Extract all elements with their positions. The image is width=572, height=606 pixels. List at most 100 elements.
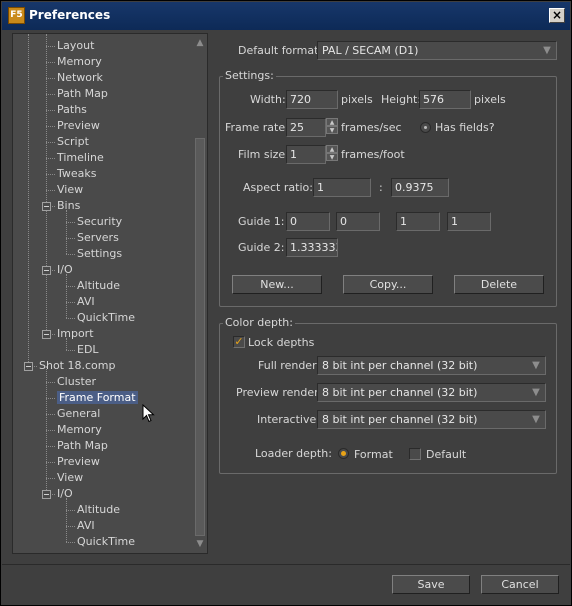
tree-item[interactable]: Layout xyxy=(57,38,94,53)
aspect-y-input[interactable]: 0.9375 xyxy=(391,178,449,197)
spin-down-icon[interactable]: ▼ xyxy=(326,153,338,161)
tree-item[interactable]: Path Map xyxy=(57,86,108,101)
tree-item[interactable]: I/O xyxy=(57,486,73,501)
tree-item[interactable]: Frame Format xyxy=(57,390,138,405)
collapse-minus-icon[interactable] xyxy=(42,202,51,211)
tree-item[interactable]: AVI xyxy=(77,518,95,533)
spin-up-icon[interactable]: ▲ xyxy=(326,118,338,126)
tree-guide-line xyxy=(66,302,75,303)
tree-guide-line xyxy=(46,174,55,175)
tree-item[interactable]: Timeline xyxy=(57,150,104,165)
aspect-ratio-label: Aspect ratio: xyxy=(243,181,313,194)
lock-depths-checkbox[interactable]: ✓ xyxy=(233,336,245,348)
chevron-down-icon: ▼ xyxy=(532,414,540,425)
new-button[interactable]: New... xyxy=(232,275,322,294)
tree-guide-line xyxy=(46,190,55,191)
default-format-dropdown[interactable]: PAL / SECAM (D1) ▼ xyxy=(317,41,557,60)
width-unit: pixels xyxy=(341,93,373,106)
tree-item-label: Preview xyxy=(57,455,100,468)
frame-rate-input[interactable]: 25 xyxy=(286,118,326,137)
tree-item[interactable]: Preview xyxy=(57,118,100,133)
tree-guide-line xyxy=(46,46,55,47)
aspect-x-input[interactable]: 1 xyxy=(313,178,371,197)
frame-rate-unit: frames/sec xyxy=(341,121,402,134)
tree-guide-line xyxy=(46,462,55,463)
loader-format-radio[interactable] xyxy=(338,448,349,459)
film-size-spinner[interactable]: ▲ ▼ xyxy=(326,145,338,162)
close-button[interactable]: × xyxy=(549,8,565,23)
tree-item[interactable]: I/O xyxy=(57,262,73,277)
tree-item-label: Shot 18.comp xyxy=(39,359,116,372)
guide1-input-4[interactable]: 1 xyxy=(447,212,491,231)
tree-item[interactable]: QuickTime xyxy=(77,534,135,549)
width-input[interactable]: 720 xyxy=(286,90,338,109)
collapse-minus-icon[interactable] xyxy=(42,490,51,499)
film-size-input[interactable]: 1 xyxy=(286,145,326,164)
tree-item[interactable]: QuickTime xyxy=(77,310,135,325)
tree-item[interactable]: Cluster xyxy=(57,374,96,389)
preferences-tree: Layout Memory Network Path Map Paths Preview S… xyxy=(12,33,208,554)
cancel-button[interactable]: Cancel xyxy=(481,575,559,594)
tree-item[interactable]: AVI xyxy=(77,294,95,309)
delete-button[interactable]: Delete xyxy=(454,275,544,294)
has-fields-radio[interactable] xyxy=(420,122,431,133)
mouse-cursor-icon xyxy=(142,403,156,427)
tree-item[interactable]: Preview xyxy=(57,454,100,469)
copy-button[interactable]: Copy... xyxy=(343,275,433,294)
collapse-minus-icon[interactable] xyxy=(42,266,51,275)
tree-item[interactable]: General xyxy=(57,406,100,421)
collapse-minus-icon[interactable] xyxy=(24,362,33,371)
tree-guide-line xyxy=(46,398,55,399)
tree-item[interactable]: Paths xyxy=(57,102,87,117)
tree-item[interactable]: View xyxy=(57,182,83,197)
tree-item[interactable]: Network xyxy=(57,70,103,85)
tree-item-label: View xyxy=(57,183,84,196)
tree-scroll-thumb[interactable] xyxy=(195,138,205,536)
tree-item[interactable]: Memory xyxy=(57,422,102,437)
title-bar[interactable]: F5 Preferences × xyxy=(2,2,570,30)
tree-item[interactable]: Servers xyxy=(77,230,119,245)
tree-item-label: Security xyxy=(77,215,123,228)
tree-item[interactable]: Security xyxy=(77,214,122,229)
scroll-up-arrow-icon[interactable]: ▲ xyxy=(194,37,206,49)
tree-guide-line xyxy=(46,158,55,159)
tree-item[interactable]: Settings xyxy=(77,246,122,261)
guide2-input[interactable]: 1.333333 xyxy=(286,238,338,257)
tree-item-label: QuickTime xyxy=(77,535,136,548)
film-size-label: Film size: xyxy=(238,148,289,161)
tree-item[interactable]: Import xyxy=(57,326,94,341)
spin-up-icon[interactable]: ▲ xyxy=(326,145,338,153)
guide1-input-1[interactable]: 0 xyxy=(286,212,330,231)
tree-item-label: Preview xyxy=(57,119,100,132)
interactive-dropdown[interactable]: 8 bit int per channel (32 bit) ▼ xyxy=(317,410,546,429)
full-render-dropdown[interactable]: 8 bit int per channel (32 bit) ▼ xyxy=(317,356,546,375)
tree-guide-line xyxy=(46,126,55,127)
tree-item[interactable]: Path Map xyxy=(57,438,108,453)
save-button[interactable]: Save xyxy=(392,575,470,594)
tree-item[interactable]: Memory xyxy=(57,54,102,69)
film-size-unit: frames/foot xyxy=(341,148,405,161)
tree-item-label: General xyxy=(57,407,101,420)
collapse-minus-icon[interactable] xyxy=(42,330,51,339)
tree-item[interactable]: Script xyxy=(57,134,89,149)
guide2-label: Guide 2: xyxy=(238,241,285,254)
height-input[interactable]: 576 xyxy=(419,90,471,109)
guide1-input-2[interactable]: 0 xyxy=(336,212,380,231)
loader-default-checkbox[interactable] xyxy=(409,448,421,460)
guide1-input-3[interactable]: 1 xyxy=(396,212,440,231)
tree-item[interactable]: EDL xyxy=(77,342,99,357)
scroll-down-arrow-icon[interactable]: ▼ xyxy=(194,538,206,550)
tree-item[interactable]: Altitude xyxy=(77,278,120,293)
tree-item[interactable]: Shot 18.comp xyxy=(39,358,115,373)
tree-item[interactable]: Bins xyxy=(57,198,80,213)
interactive-label: Interactive: xyxy=(257,413,320,426)
frame-rate-spinner[interactable]: ▲ ▼ xyxy=(326,118,338,135)
preferences-window: F5 Preferences × Layout Memory Network Path… xyxy=(0,0,572,606)
tree-item[interactable]: View xyxy=(57,470,83,485)
tree-guide-line xyxy=(46,110,55,111)
tree-item[interactable]: Tweaks xyxy=(57,166,97,181)
width-label: Width: xyxy=(250,93,286,106)
spin-down-icon[interactable]: ▼ xyxy=(326,126,338,134)
tree-item[interactable]: Altitude xyxy=(77,502,120,517)
preview-render-dropdown[interactable]: 8 bit int per channel (32 bit) ▼ xyxy=(317,383,546,402)
